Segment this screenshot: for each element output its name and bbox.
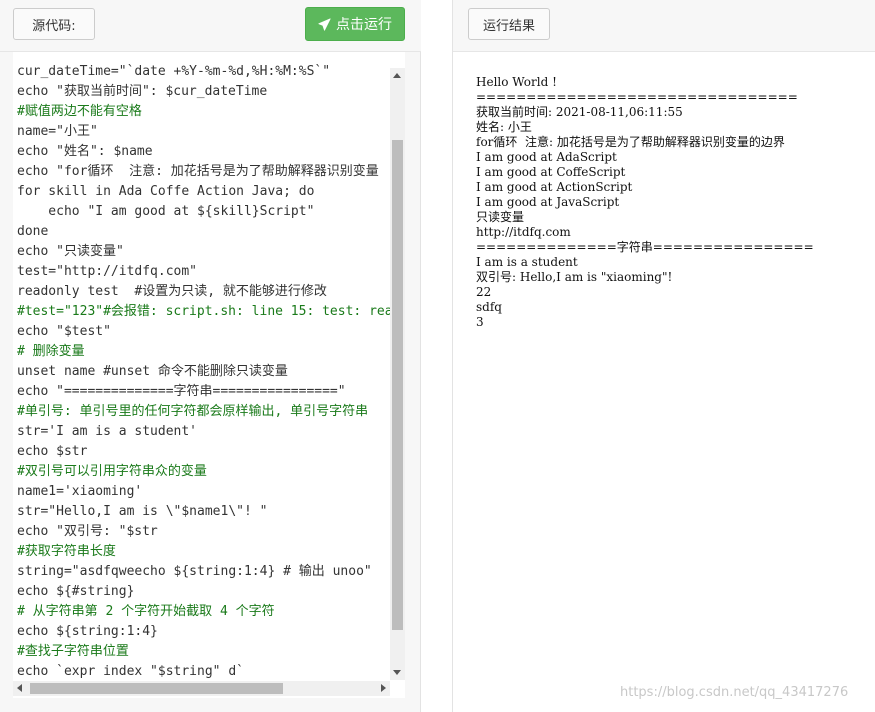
source-toolbar: 源代码: 点击运行: [0, 0, 421, 52]
code-line: name1='xiaoming': [17, 484, 143, 499]
code-line: echo $str: [17, 444, 88, 459]
run-button-label: 点击运行: [336, 17, 392, 33]
paper-plane-icon: [318, 17, 331, 31]
run-output: Hello World ! ===========================…: [476, 75, 871, 330]
code-line: #test="123"#会报错: script.sh: line 15: tes…: [17, 304, 393, 319]
code-line: echo "for循环 注意: 加花括号是为了帮助解释器识别变量: [17, 164, 379, 179]
run-button[interactable]: 点击运行: [305, 7, 405, 41]
code-line: for skill in Ada Coffe Action Java; do: [17, 184, 315, 199]
code-editor[interactable]: cur_dateTime="`date +%Y-%m-%d,%H:%M:%S`"…: [13, 52, 405, 698]
output-line: sdfq: [476, 300, 502, 314]
output-line: I am good at AdaScript: [476, 150, 617, 164]
code-line: #赋值两边不能有空格: [17, 104, 142, 119]
output-line: 双引号: Hello,I am is "xiaoming"!: [476, 270, 673, 284]
code-line: #获取字符串长度: [17, 544, 116, 559]
output-line: 3: [476, 315, 484, 329]
editor-horizontal-scrollbar[interactable]: [13, 681, 390, 696]
code-line: #单引号: 单引号里的任何字符都会原样输出, 单引号字符串: [17, 404, 369, 419]
output-line: 22: [476, 285, 492, 299]
scroll-left-arrow-icon[interactable]: [17, 684, 22, 692]
code-line: echo "==============字符串================": [17, 384, 346, 399]
editor-vertical-scrollbar[interactable]: [390, 68, 405, 680]
code-line: test="http://itdfq.com": [17, 264, 198, 279]
watermark: https://blog.csdn.net/qq_43417276: [620, 685, 849, 700]
code-lines: cur_dateTime="`date +%Y-%m-%d,%H:%M:%S`"…: [17, 62, 393, 682]
scroll-right-arrow-icon[interactable]: [381, 684, 386, 692]
result-toolbar: 运行结果: [453, 0, 875, 52]
run-result-button[interactable]: 运行结果: [468, 8, 550, 40]
code-line: #双引号可以引用字符串众的变量: [17, 464, 207, 479]
code-line: echo "双引号: "$str: [17, 524, 158, 539]
code-line: #查找子字符串位置: [17, 644, 129, 659]
horizontal-scroll-thumb[interactable]: [30, 683, 283, 694]
code-line: echo ${#string}: [17, 584, 135, 599]
code-line: echo "I am good at ${skill}Script": [17, 204, 315, 219]
code-line: echo `expr index "$string" d`: [17, 664, 244, 679]
output-line: I am is a student: [476, 255, 578, 269]
code-line: unset name #unset 命令不能删除只读变量: [17, 364, 288, 379]
code-line: echo "$test": [17, 324, 111, 339]
output-line: I am good at JavaScript: [476, 195, 620, 209]
output-line: ================================: [476, 90, 798, 104]
source-code-label: 源代码:: [32, 18, 76, 34]
output-line: for循环 注意: 加花括号是为了帮助解释器识别变量的边界: [476, 135, 785, 149]
output-line: Hello World !: [476, 75, 557, 89]
code-line: string="asdfqweecho ${string:1:4} # 输出 u…: [17, 564, 372, 579]
output-line: 只读变量: [476, 210, 525, 224]
vertical-scroll-thumb[interactable]: [392, 140, 403, 630]
code-line: name="小王": [17, 124, 98, 139]
source-code-button[interactable]: 源代码:: [13, 8, 95, 40]
code-line: done: [17, 224, 49, 239]
output-line: http://itdfq.com: [476, 225, 571, 239]
code-line: echo "获取当前时间": $cur_dateTime: [17, 84, 268, 99]
code-line: # 从字符串第 2 个字符开始截取 4 个字符: [17, 604, 275, 619]
code-line: echo "只读变量": [17, 244, 124, 259]
run-result-label: 运行结果: [482, 18, 535, 34]
output-line: 姓名: 小王: [476, 120, 532, 134]
scroll-down-arrow-icon[interactable]: [393, 670, 401, 675]
scroll-up-arrow-icon[interactable]: [393, 73, 401, 78]
output-line: 获取当前时间: 2021-08-11,06:11:55: [476, 105, 683, 119]
code-line: str="Hello,I am is \"$name1\"! ": [17, 504, 268, 519]
code-line: # 删除变量: [17, 344, 85, 359]
code-line: echo "姓名": $name: [17, 144, 153, 159]
code-line: echo ${string:1:4}: [17, 624, 158, 639]
code-line: readonly test #设置为只读, 就不能够进行修改: [17, 284, 327, 299]
output-line: I am good at CoffeScript: [476, 165, 626, 179]
source-panel: 源代码: 点击运行 cur_dateTime="`date +%Y-%m-%d,…: [0, 0, 421, 712]
output-line: I am good at ActionScript: [476, 180, 633, 194]
output-line: ==============字符串================: [476, 240, 814, 254]
code-line: str='I am is a student': [17, 424, 198, 439]
code-line: cur_dateTime="`date +%Y-%m-%d,%H:%M:%S`": [17, 64, 331, 79]
result-panel: 运行结果 Hello World ! ======================…: [452, 0, 875, 712]
